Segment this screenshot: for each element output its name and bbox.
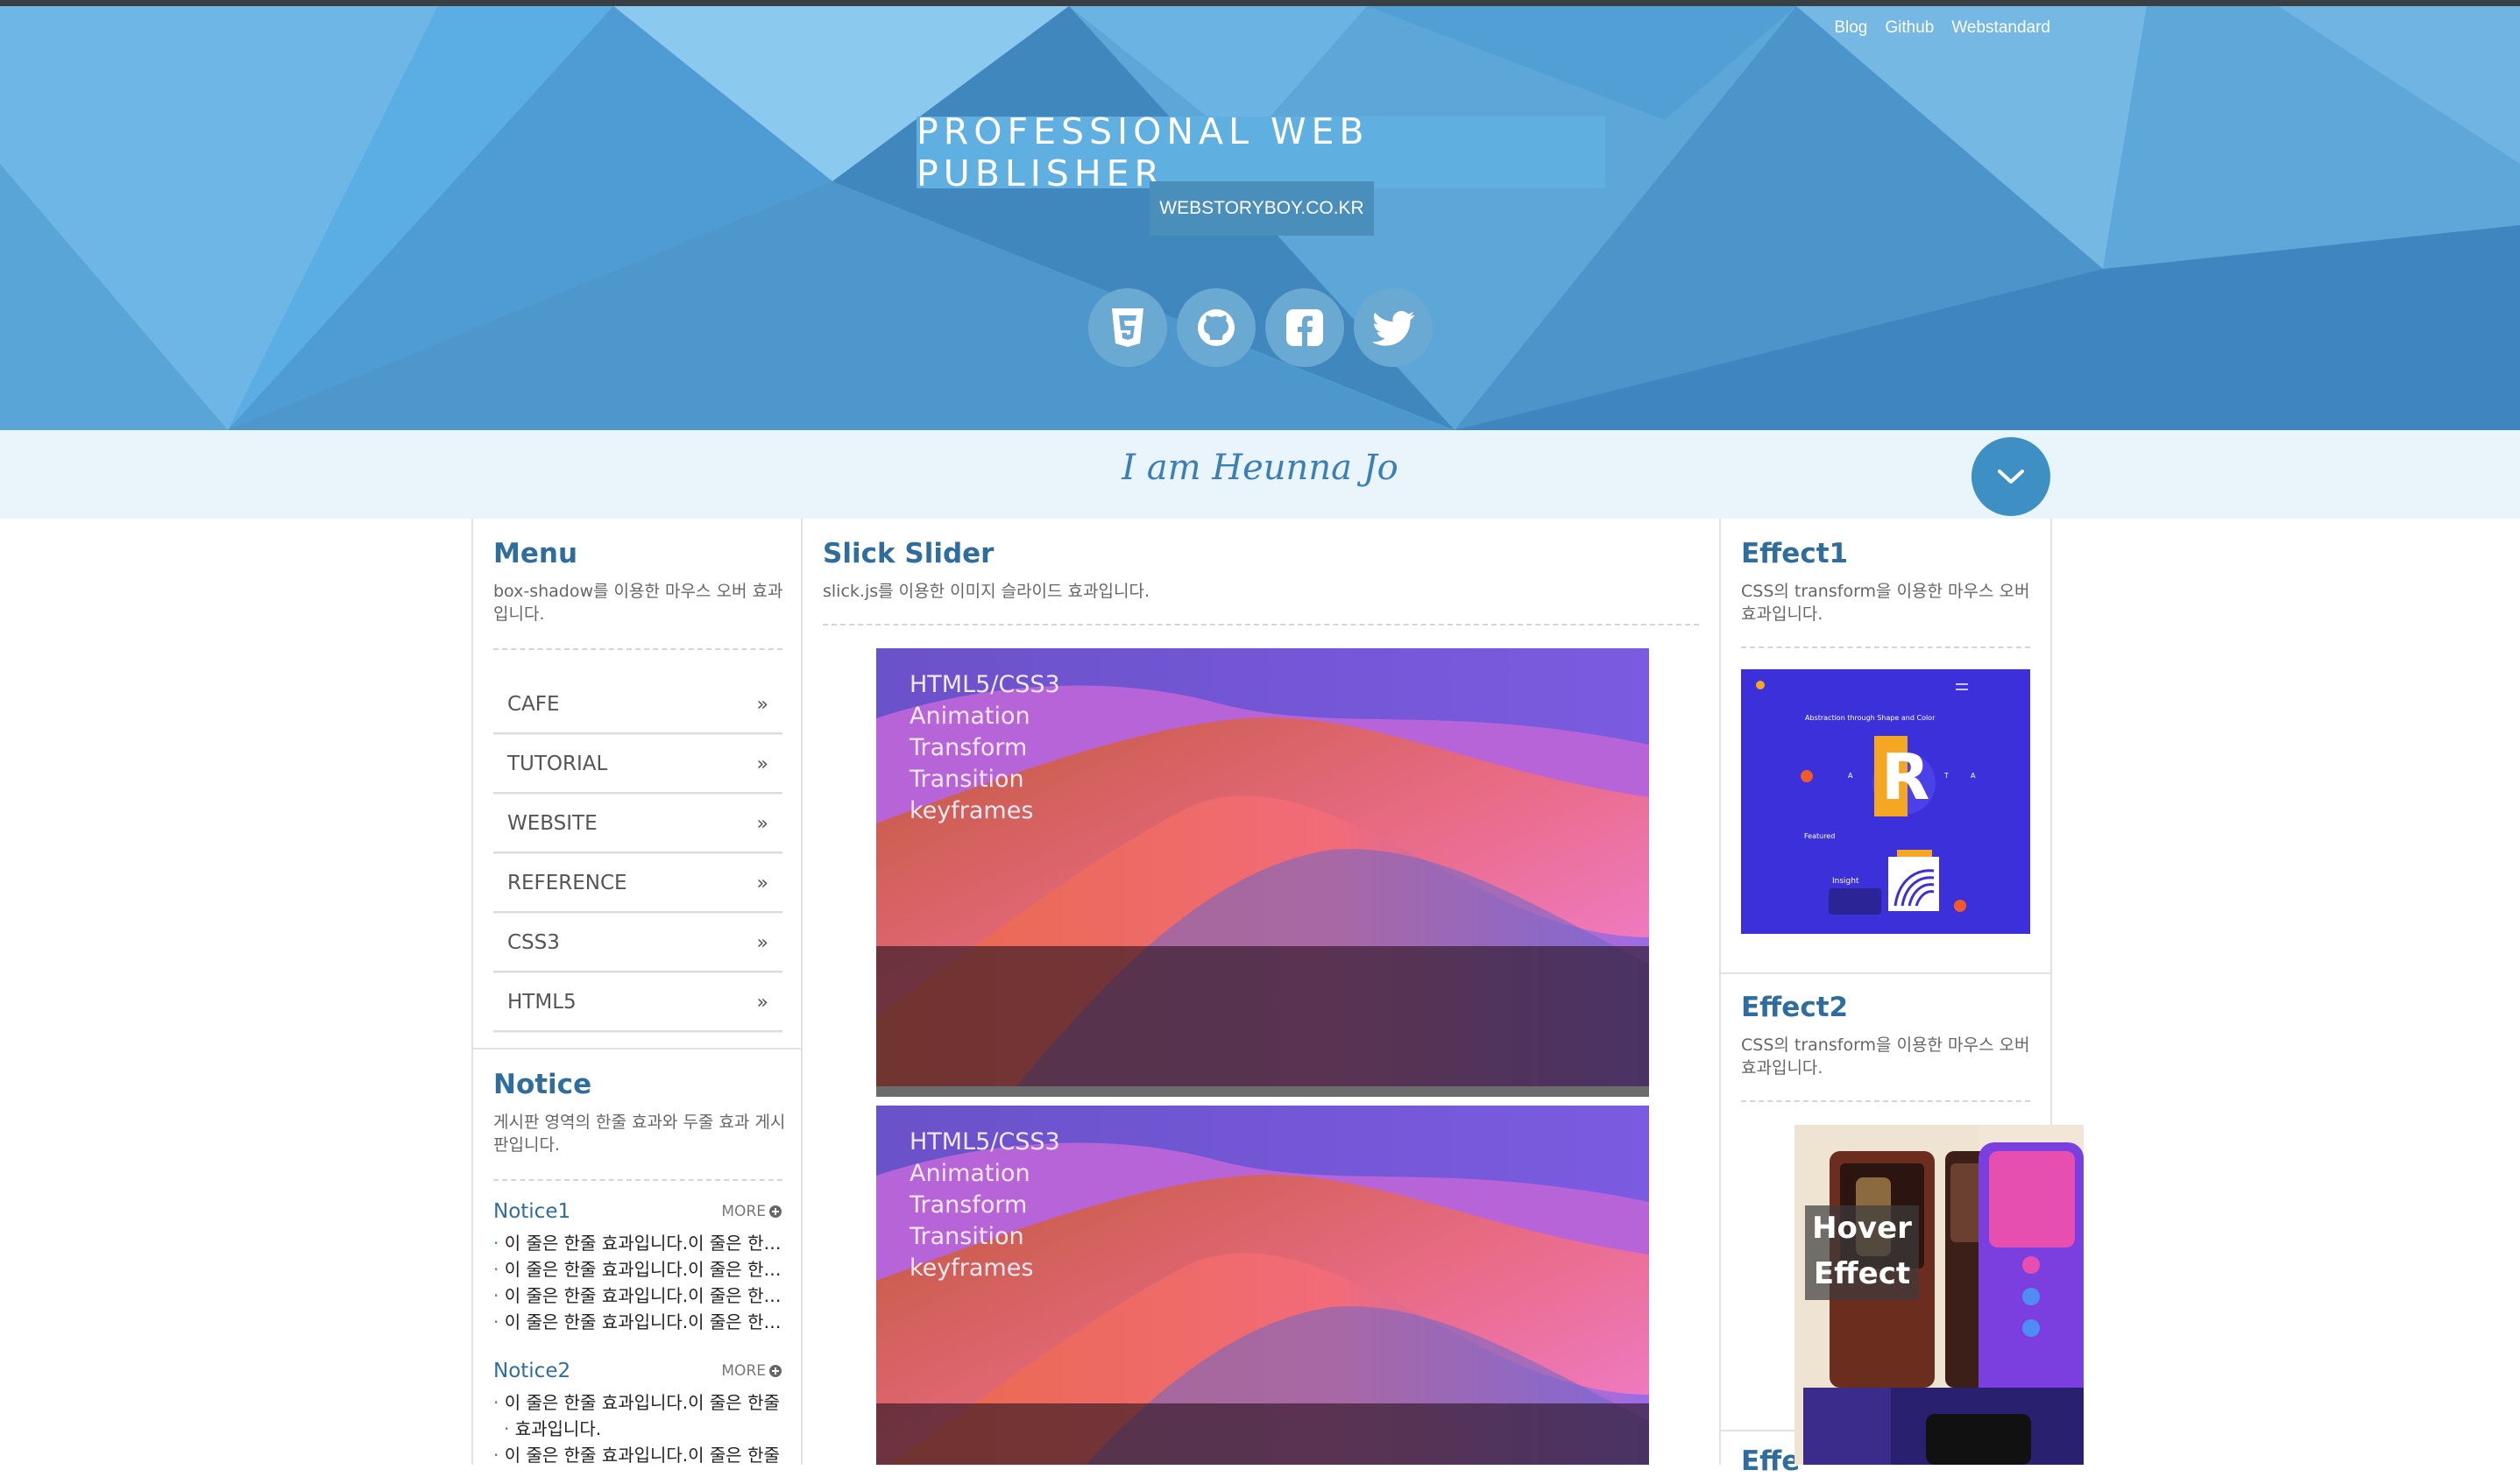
menu-item-cafe[interactable]: CAFE» — [493, 676, 782, 734]
svg-text:T: T — [1943, 772, 1949, 780]
notice-list: 이 줄은 한줄 효과입니다.이 줄은 한줄 효과입니다. 이 줄은 한줄 효과입… — [493, 1389, 782, 1468]
notice-item[interactable]: 이 줄은 한줄 효과입니다.이 줄은 한줄 효과입니다. — [493, 1309, 782, 1335]
twitter-icon[interactable] — [1354, 288, 1433, 367]
slide-caption: HTML5/CSS3 Animation Transform Transitio… — [910, 671, 1060, 824]
effect1-title: Effect1 — [1741, 538, 1849, 569]
section-separator — [473, 1048, 801, 1049]
site-title-box: PROFESSIONAL WEB PUBLISHER — [917, 110, 1605, 194]
notice-block-header: Notice2 MORE — [493, 1360, 782, 1382]
effect3-title: Effe — [1741, 1445, 1801, 1477]
notice-block-title[interactable]: Notice2 — [493, 1360, 570, 1382]
double-chevron-right-icon: » — [756, 931, 768, 954]
effect1-desc: CSS의 transform을 이용한 마우스 오버효과입니다. — [1741, 582, 2030, 624]
link-webstandard[interactable]: Webstandard — [1951, 18, 2050, 38]
facebook-icon[interactable] — [1265, 288, 1344, 367]
header-banner: Blog Github Webstandard PROFESSIONAL WEB… — [0, 6, 2520, 430]
notice-block-title[interactable]: Notice1 — [493, 1200, 570, 1223]
notice-block-header: Notice1 MORE — [493, 1200, 782, 1223]
notice-item[interactable]: 이 줄은 한줄 효과입니다.이 줄은 한줄 — [493, 1389, 782, 1416]
notice-list: 이 줄은 한줄 효과입니다.이 줄은 한줄 효과입니다. 이 줄은 한줄 효과입… — [493, 1230, 782, 1335]
slide-spacer — [876, 1086, 1649, 1097]
menu-item-reference[interactable]: REFERENCE» — [493, 855, 782, 913]
notice-desc: 게시판 영역의 한줄 효과와 두줄 효과 게시판입니다. — [493, 1113, 786, 1155]
link-github[interactable]: Github — [1885, 18, 1934, 38]
site-subtitle-box: WEBSTORYBOY.CO.KR — [1150, 181, 1374, 236]
menu-item-html5[interactable]: HTML5» — [493, 974, 782, 1032]
scroll-down-button[interactable] — [1971, 437, 2050, 516]
top-links: Blog Github Webstandard — [1834, 18, 2050, 38]
more-button[interactable]: MORE — [721, 1203, 782, 1220]
double-chevron-right-icon: » — [756, 812, 768, 835]
double-chevron-right-icon: » — [756, 991, 768, 1014]
hover-effect-label: Hover Effect — [1805, 1205, 1919, 1300]
left-column: Menu box-shadow를 이용한 마우스 오버 효과입니다. CAFE»… — [471, 519, 803, 1468]
slider-desc: slick.js를 이용한 이미지 슬라이드 효과입니다. — [823, 582, 1150, 601]
divider — [493, 1179, 782, 1181]
slide-overlay — [876, 1403, 1649, 1465]
top-border — [0, 0, 2520, 6]
notice-item[interactable]: 이 줄은 한줄 효과입니다.이 줄은 한줄 효과입니다. — [493, 1230, 782, 1256]
center-column: Slick Slider slick.js를 이용한 이미지 슬라이드 효과입니… — [801, 519, 1721, 1465]
more-button[interactable]: MORE — [721, 1362, 782, 1380]
double-chevron-right-icon: » — [756, 872, 768, 894]
double-chevron-right-icon: » — [756, 693, 768, 716]
social-icons — [1088, 288, 1433, 367]
notice-item[interactable]: 이 줄은 한줄 효과입니다.이 줄은 한줄 효과입니다. — [493, 1256, 782, 1283]
svg-text:Featured: Featured — [1804, 832, 1835, 840]
divider — [493, 648, 782, 650]
menu-item-tutorial[interactable]: TUTORIAL» — [493, 736, 782, 794]
site-subtitle: WEBSTORYBOY.CO.KR — [1159, 198, 1364, 218]
intro-bar: I am Heunna Jo — [0, 430, 2520, 519]
effect1-image[interactable]: Abstraction through Shape and Color R A … — [1741, 669, 2030, 934]
effect2-desc: CSS의 transform을 이용한 마우스 오버효과입니다. — [1741, 1035, 2030, 1078]
slide-1[interactable]: HTML5/CSS3 Animation Transform Transitio… — [876, 648, 1649, 1086]
menu-item-website[interactable]: WEBSITE» — [493, 795, 782, 853]
svg-text:R: R — [1881, 740, 1929, 814]
effect1-artwork: Abstraction through Shape and Color R A … — [1741, 669, 2030, 934]
notice-item-continued: 효과입니다. — [493, 1416, 782, 1442]
effect2-title: Effect2 — [1741, 992, 1849, 1023]
slide-caption: HTML5/CSS3 Animation Transform Transitio… — [910, 1128, 1060, 1282]
menu-title: Menu — [493, 538, 578, 569]
link-blog[interactable]: Blog — [1834, 18, 1867, 38]
menu-item-css3[interactable]: CSS3» — [493, 915, 782, 972]
notice-title: Notice — [493, 1069, 592, 1100]
svg-text:A: A — [1971, 772, 1976, 780]
html5-icon[interactable] — [1088, 288, 1167, 367]
slider-title: Slick Slider — [823, 538, 995, 569]
divider — [1741, 647, 2030, 648]
double-chevron-right-icon: » — [756, 753, 768, 775]
slide-2[interactable]: HTML5/CSS3 Animation Transform Transitio… — [876, 1106, 1649, 1465]
menu-list: CAFE» TUTORIAL» WEBSITE» REFERENCE» CSS3… — [493, 676, 782, 1034]
divider — [823, 624, 1699, 625]
chevron-down-icon — [1998, 470, 2024, 484]
slide-overlay — [876, 946, 1649, 1086]
notice-item[interactable]: 이 줄은 한줄 효과입니다.이 줄은 한줄 효과입니다. — [493, 1283, 782, 1309]
section-separator — [1721, 972, 2050, 974]
intro-text: I am Heunna Jo — [1122, 448, 1398, 488]
effect2-hover-card[interactable]: Hover Effect — [1794, 1125, 2084, 1465]
github-icon[interactable] — [1177, 288, 1256, 367]
svg-text:A: A — [1848, 772, 1853, 780]
svg-text:Insight: Insight — [1832, 877, 1859, 886]
menu-desc: box-shadow를 이용한 마우스 오버 효과입니다. — [493, 582, 783, 624]
plus-circle-icon — [769, 1365, 782, 1377]
plus-circle-icon — [769, 1205, 782, 1218]
svg-text:Abstraction through Shape and: Abstraction through Shape and Color — [1805, 714, 1936, 722]
divider — [1741, 1100, 2030, 1102]
